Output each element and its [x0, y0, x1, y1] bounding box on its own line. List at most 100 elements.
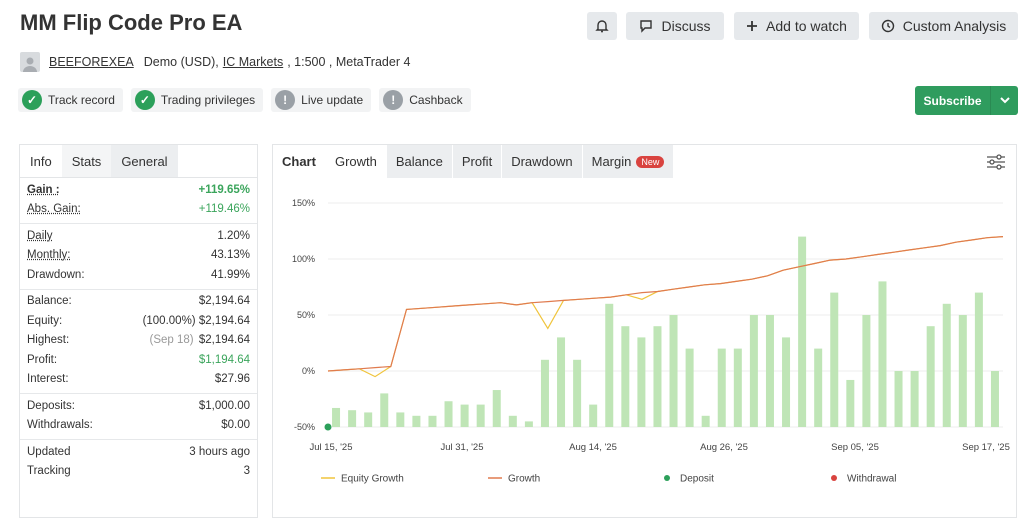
bar	[830, 292, 839, 427]
drawdown-value: 41.99%	[210, 268, 250, 281]
legend-dot-swatch	[664, 475, 670, 481]
badge-live-update[interactable]: ! Live update	[271, 88, 372, 112]
bar	[717, 348, 726, 427]
discuss-label: Discuss	[661, 18, 711, 34]
bar	[508, 415, 517, 427]
tracking-label: Tracking	[27, 465, 71, 478]
clock-icon	[881, 19, 894, 33]
status-badges: ✓ Track record ✓ Trading privileges ! Li…	[18, 88, 471, 112]
bar	[653, 326, 662, 427]
stats-panel: Info Stats General Gain : +119.65% Abs. G…	[19, 144, 258, 518]
custom-analysis-button[interactable]: Custom Analysis	[869, 12, 1018, 40]
gain-label[interactable]: Gain :	[27, 184, 60, 196]
tracking-value: 3	[243, 465, 250, 478]
balance-label: Balance:	[27, 295, 72, 308]
stats-tabs: Info Stats General	[20, 145, 257, 178]
bell-icon	[595, 20, 609, 33]
abs-gain-label[interactable]: Abs. Gain:	[27, 203, 81, 215]
highest-value: (Sep 18) $2,194.64	[150, 334, 250, 346]
legend-dot-swatch	[831, 475, 837, 481]
daily-value: 1.20%	[217, 229, 250, 242]
plus-icon	[747, 21, 758, 31]
bar	[926, 326, 935, 427]
tab-stats[interactable]: Stats	[61, 145, 112, 177]
user-link[interactable]: BEEFOREXEA	[49, 55, 134, 69]
y-tick-label: 0%	[302, 366, 315, 376]
bar	[364, 412, 373, 427]
bar	[637, 337, 646, 427]
custom-analysis-label: Custom Analysis	[902, 18, 1007, 34]
tab-general[interactable]: General	[111, 145, 178, 177]
margin-label: Margin	[591, 154, 632, 169]
tab-chart[interactable]: Chart	[273, 145, 325, 178]
tracking-group: Updated 3 hours ago Tracking 3	[20, 440, 257, 485]
bar	[380, 393, 389, 427]
discuss-button[interactable]: Discuss	[626, 12, 724, 40]
x-tick-label: Sep 05, '25	[831, 442, 879, 453]
add-to-watch-button[interactable]: Add to watch	[734, 12, 859, 40]
bar	[332, 407, 341, 427]
tab-margin[interactable]: Margin New	[582, 145, 674, 178]
updated-value: 3 hours ago	[189, 445, 250, 458]
bar	[685, 348, 694, 427]
sliders-icon	[987, 154, 1005, 170]
page-title: MM Flip Code Pro EA	[20, 10, 243, 35]
exclamation-icon: !	[383, 90, 404, 110]
profit-value: $1,194.64	[198, 353, 250, 366]
avatar	[20, 52, 40, 72]
badge-track-record[interactable]: ✓ Track record	[18, 88, 123, 112]
tab-drawdown[interactable]: Drawdown	[502, 145, 582, 178]
bar	[990, 371, 999, 427]
monthly-label[interactable]: Monthly:	[27, 249, 70, 261]
new-badge: New	[636, 155, 665, 168]
check-icon: ✓	[134, 90, 155, 110]
bar	[846, 379, 855, 427]
account-type: Demo (USD),	[143, 55, 219, 69]
x-tick-label: Jul 31, '25	[440, 442, 483, 453]
bar	[814, 348, 823, 427]
monthly-value: 43.13%	[210, 249, 250, 262]
rates-group: Daily 1.20% Monthly: 43.13% Drawdown: 41.99…	[20, 224, 257, 290]
tab-profit[interactable]: Profit	[452, 145, 502, 178]
bar	[492, 390, 501, 427]
withdrawals-value: $0.00	[221, 419, 250, 432]
badge-trading-privileges[interactable]: ✓ Trading privileges	[130, 88, 264, 112]
daily-label[interactable]: Daily	[27, 230, 53, 242]
highest-label: Highest:	[27, 334, 70, 347]
chart-settings-button[interactable]	[986, 153, 1006, 176]
bar	[540, 359, 549, 427]
deposits-label: Deposits:	[27, 399, 75, 412]
balance-group: Balance: $2,194.64 Equity: (100.00%) $2,19…	[20, 290, 257, 394]
badge-label: Track record	[48, 93, 115, 107]
x-tick-label: Aug 26, '25	[700, 442, 748, 453]
bar	[765, 315, 774, 427]
broker-link[interactable]: IC Markets	[223, 55, 283, 69]
growth-chart[interactable]: 150% 100% 50% 0% -50% Jul 15, '25 Jul 31, '25…	[273, 178, 1016, 518]
subscribe-label: Subscribe	[923, 93, 982, 108]
bar	[862, 315, 871, 427]
subscribe-button[interactable]: Subscribe	[915, 86, 1018, 115]
bar	[573, 359, 582, 427]
subscribe-dropdown-button[interactable]	[990, 86, 1018, 115]
badge-cashback[interactable]: ! Cashback	[379, 88, 471, 112]
bar	[894, 371, 903, 427]
badge-label: Cashback	[409, 93, 463, 107]
comment-icon	[640, 20, 653, 33]
bar	[669, 315, 678, 427]
notifications-button[interactable]	[587, 12, 617, 40]
bar	[605, 303, 614, 427]
drawdown-label: Drawdown:	[27, 268, 85, 281]
highest-amount: $2,194.64	[198, 334, 250, 347]
tab-growth[interactable]: Growth	[325, 145, 386, 178]
growth-line	[327, 236, 1004, 372]
deposit-marker	[324, 423, 332, 431]
tab-info[interactable]: Info	[20, 145, 62, 177]
legend-label: Deposit	[680, 474, 714, 485]
legend-label: Withdrawal	[847, 474, 896, 485]
updated-label: Updated	[27, 445, 71, 458]
bar	[782, 337, 791, 427]
tab-balance[interactable]: Balance	[386, 145, 452, 178]
bar	[621, 326, 630, 427]
exclamation-icon: !	[275, 90, 296, 110]
profit-label: Profit:	[27, 353, 58, 366]
